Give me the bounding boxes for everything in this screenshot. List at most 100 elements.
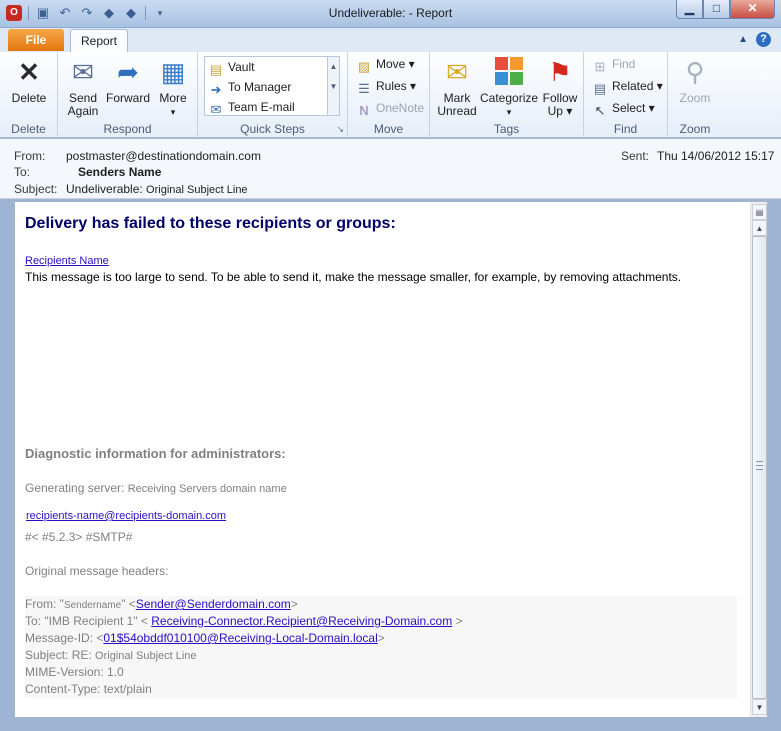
categorize-button[interactable]: Categorize ▾	[480, 56, 538, 119]
scroll-up-arrow-icon[interactable]: ▲	[752, 220, 767, 236]
header-from-label: From: "	[25, 597, 64, 611]
help-icon[interactable]: ?	[756, 32, 771, 47]
delete-button[interactable]: ✕ Delete	[8, 56, 50, 105]
forward-envelope-icon: ➦	[117, 57, 139, 87]
red-flag-icon: ⚑	[548, 57, 572, 87]
select-button-label: Select ▾	[612, 101, 655, 115]
zoom-button-label: Zoom	[679, 91, 711, 105]
header-to-end: >	[455, 614, 463, 628]
zoom-button[interactable]: ⚲ Zoom	[674, 56, 716, 105]
minimize-ribbon-icon[interactable]: ▲	[738, 32, 748, 47]
calendar-grid-icon: ▦	[160, 57, 186, 87]
send-again-button[interactable]: ✉ Send Again	[64, 56, 102, 118]
header-subject-label: Subject: RE:	[25, 648, 96, 662]
quick-step-label: Vault	[228, 60, 255, 74]
header-to-email-link[interactable]: Receiving-Connector.Recipient@Receiving-…	[151, 614, 452, 628]
binoculars-icon: ⊞	[594, 59, 606, 74]
group-respond: ✉ Send Again ➦ Forward ▦ More ▾ Respond	[58, 52, 198, 138]
delete-button-label: Delete	[11, 91, 47, 105]
onenote-button[interactable]: N OneNote	[356, 98, 424, 118]
related-button[interactable]: ▤ Related ▾	[592, 76, 663, 96]
scroll-down-arrow-icon[interactable]: ▼	[752, 699, 767, 715]
recipient-email-link[interactable]: recipients-name@recipients-domain.com	[26, 510, 226, 522]
diagnostic-title: Diagnostic information for administrator…	[25, 446, 286, 461]
quick-steps-gallery: ▤ Vault ➜ To Manager ✉ Team E-mail	[204, 56, 328, 117]
generating-server: Generating server: Receiving Servers dom…	[25, 481, 287, 495]
more-button[interactable]: ▦ More ▾	[156, 56, 190, 119]
subject-value: Undeliverable: Original Subject Line	[66, 182, 248, 196]
title-bar: O ▣ ↶ ↷ ◆ ◆ ▾ Undeliverable: - Report ▁ …	[0, 0, 781, 28]
header-to-label: To: "IMB Recipient 1" <	[25, 614, 148, 628]
ribbon-tab-controls: ▲ ?	[738, 32, 771, 47]
to-manager-icon: ➜	[210, 82, 222, 97]
send-again-label-line2: Again	[67, 104, 99, 118]
header-from-email-link[interactable]: Sender@Senderdomain.com	[136, 597, 291, 611]
follow-up-label-line2: Up ▾	[547, 104, 573, 118]
status-code: #< #5.2.3> #SMTP#	[25, 530, 133, 544]
group-label-quick-steps: Quick Steps	[240, 122, 305, 136]
quick-step-to-manager[interactable]: ➜ To Manager	[208, 77, 292, 97]
tab-report[interactable]: Report	[70, 29, 128, 52]
group-quick-steps: ▤ Vault ➜ To Manager ✉ Team E-mail ▲ ▼ Quick…	[198, 52, 348, 138]
header-msgid-row: Message-ID: <01$54obddf010100@Receiving-…	[25, 630, 737, 647]
to-value[interactable]: Senders Name	[78, 165, 161, 179]
onenote-icon: N	[359, 103, 369, 118]
from-value[interactable]: postmaster@destinationdomain.com	[66, 149, 261, 163]
maximize-button[interactable]: □	[703, 0, 730, 19]
scrollbar-thumb[interactable]	[752, 236, 767, 699]
group-label-move: Move	[373, 122, 404, 136]
team-email-icon: ✉	[210, 102, 222, 117]
move-folder-icon: ▨	[357, 59, 371, 74]
send-again-label-line1: Send	[68, 91, 98, 105]
more-button-label: More	[159, 91, 187, 105]
header-msgid-link[interactable]: 01$54obddf010100@Receiving-Local-Domain.…	[103, 631, 377, 645]
failure-message: This message is too large to send. To be…	[25, 270, 682, 284]
follow-up-button[interactable]: ⚑ Follow Up ▾	[538, 56, 582, 118]
quick-steps-scroll[interactable]: ▲ ▼	[328, 56, 340, 116]
header-mime-row: MIME-Version: 1.0	[25, 665, 124, 679]
quick-step-label: Team E-mail	[228, 100, 295, 114]
header-content-type-row: Content-Type: text/plain	[25, 682, 152, 696]
forward-button[interactable]: ➦ Forward	[104, 56, 152, 105]
message-body: Delivery has failed to these recipients …	[14, 201, 768, 718]
more-button-arrow: ▾	[170, 107, 176, 117]
header-from-end: >	[290, 597, 298, 611]
vertical-scrollbar[interactable]: ▤ ▲ ▼	[750, 202, 767, 717]
related-icon: ▤	[593, 81, 607, 96]
group-label-find: Find	[613, 122, 638, 136]
group-label-delete: Delete	[11, 122, 46, 136]
header-msgid-label: Message-ID: <	[25, 631, 104, 645]
find-button-label: Find	[612, 57, 636, 71]
mark-unread-button[interactable]: ✉ Mark Unread	[434, 56, 480, 118]
find-button[interactable]: ⊞ Find	[592, 54, 636, 74]
rules-icon: ☰	[358, 81, 370, 96]
header-from-mid: " <	[121, 597, 136, 611]
group-find: ⊞ Find ▤ Related ▾ ↖ Select ▾ Find	[584, 52, 668, 138]
quick-step-team-email[interactable]: ✉ Team E-mail	[208, 97, 295, 117]
generating-server-label: Generating server:	[25, 481, 128, 495]
recipient-link[interactable]: Recipients Name	[25, 255, 109, 267]
scrollbar-reading-pane-icon[interactable]: ▤	[752, 204, 767, 220]
envelope-open-icon: ✉	[446, 57, 468, 87]
group-delete: ✕ Delete Delete	[0, 52, 58, 138]
quick-step-vault[interactable]: ▤ Vault	[208, 57, 255, 77]
header-to-row: To: "IMB Recipient 1" < Receiving-Connec…	[25, 613, 737, 630]
magnifier-icon: ⚲	[685, 57, 705, 87]
minimize-button[interactable]: ▁	[676, 0, 703, 19]
color-squares-icon	[493, 56, 525, 88]
close-button[interactable]: ✕	[730, 0, 775, 19]
mark-unread-label-line1: Mark	[443, 91, 471, 105]
group-zoom: ⚲ Zoom Zoom	[668, 52, 722, 138]
forward-button-label: Forward	[105, 91, 150, 105]
group-label-tags: Tags	[493, 122, 520, 136]
tab-file[interactable]: File	[8, 29, 64, 51]
categorize-label: Categorize	[480, 91, 539, 105]
move-button[interactable]: ▨ Move ▾	[356, 54, 415, 74]
dialog-launcher-icon[interactable]: ↘	[336, 124, 344, 135]
cursor-icon: ↖	[594, 103, 606, 118]
select-button[interactable]: ↖ Select ▾	[592, 98, 655, 118]
to-label: To:	[14, 165, 31, 179]
rules-button[interactable]: ☰ Rules ▾	[356, 76, 416, 96]
categorize-arrow: ▾	[506, 107, 512, 117]
sent-value: Thu 14/06/2012 15:17	[657, 149, 775, 163]
